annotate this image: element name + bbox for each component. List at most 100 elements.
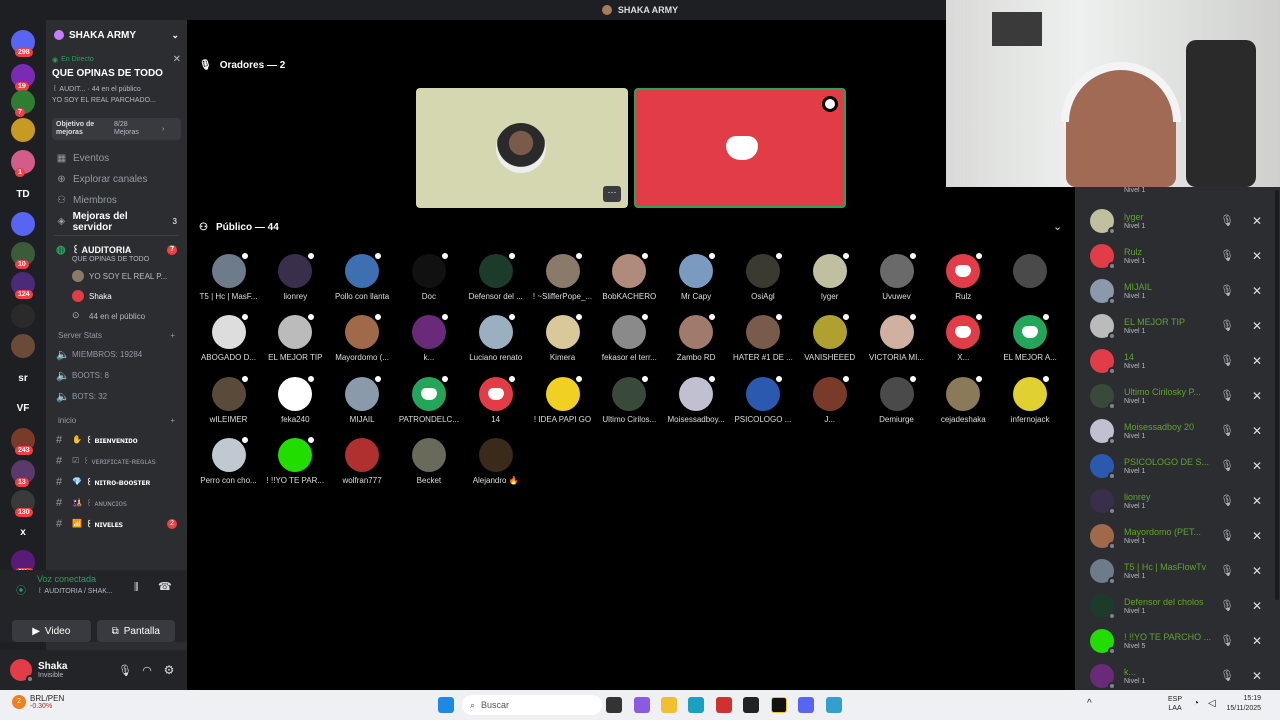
- close-icon[interactable]: ✕: [173, 54, 181, 65]
- voice-user[interactable]: YO SOY EL REAL P...: [46, 266, 187, 286]
- server-icon[interactable]: TD: [11, 182, 35, 206]
- nav-members[interactable]: ⚇ Miembros: [46, 190, 187, 211]
- close-icon[interactable]: ✕: [1252, 634, 1262, 648]
- video-button[interactable]: ▶ Video: [12, 620, 91, 642]
- invite-to-speak-icon[interactable]: 🎙: [1220, 599, 1234, 612]
- stat-channel[interactable]: 🔈 BOTS: 32: [46, 386, 187, 407]
- invite-to-speak-icon[interactable]: 🎙: [1220, 529, 1234, 542]
- copilot-icon[interactable]: [634, 697, 650, 713]
- server-icon[interactable]: VF: [11, 396, 35, 420]
- audience-member[interactable]: MIJAIL: [329, 373, 396, 424]
- chevron-down-icon[interactable]: ⌄: [1053, 220, 1062, 233]
- audience-member[interactable]: Uvuwev: [863, 251, 930, 301]
- server-icon[interactable]: [11, 304, 35, 328]
- headphones-icon[interactable]: ◠: [139, 664, 155, 677]
- stat-channel[interactable]: 🔈 BOOTS: 8: [46, 365, 187, 386]
- audience-member[interactable]: Ultimo Cirilos...: [596, 373, 663, 424]
- invite-to-speak-icon[interactable]: 🎙: [1220, 319, 1234, 332]
- audience-member[interactable]: PSICOLOGO ...: [729, 373, 796, 424]
- audience-member[interactable]: PATRONDELC...: [395, 373, 462, 424]
- audience-member[interactable]: ! !!YO TE PAR...: [262, 434, 329, 485]
- audience-member[interactable]: [997, 254, 1064, 292]
- close-icon[interactable]: ✕: [1252, 214, 1262, 228]
- member-row[interactable]: T5 | Hc | MasFlowTv Nivel 1 🎙 ✕: [1075, 553, 1275, 588]
- notepad-icon[interactable]: [826, 697, 842, 713]
- wifi-icon[interactable]: ◔: [1193, 698, 1199, 709]
- server-icon[interactable]: [11, 212, 35, 236]
- text-channel[interactable]: # ☑ ꒰ ᴠᴇʀɪꜰɪᴄᴀᴛᴇ-ʀᴇɢʟᴀꜱ: [46, 450, 187, 471]
- voice-user[interactable]: ⊙ 44 en el público: [46, 306, 187, 326]
- audience-member[interactable]: BobKACHERO: [596, 251, 663, 301]
- invite-to-speak-icon[interactable]: 🎙: [1220, 634, 1234, 647]
- text-channel[interactable]: # 📶 ꒰ ɴɪᴠᴇʟᴇꜱ 2: [46, 513, 187, 534]
- audience-member[interactable]: Kimera: [529, 312, 596, 362]
- close-icon[interactable]: ✕: [1252, 529, 1262, 543]
- close-icon[interactable]: ✕: [1252, 599, 1262, 613]
- category-inicio[interactable]: inicio +: [46, 411, 187, 429]
- member-row[interactable]: Moisessadboy 20 Nivel 1 🎙 ✕: [1075, 413, 1275, 448]
- member-row[interactable]: Rulz Nivel 1 🎙 ✕: [1075, 238, 1275, 273]
- ticker-widget[interactable]: 2 BRL/PEN -0.30%: [12, 694, 64, 710]
- discord-taskbar-icon[interactable]: [798, 697, 814, 713]
- audience-member[interactable]: wILEIMER: [195, 373, 262, 424]
- task-view-icon[interactable]: [606, 697, 622, 713]
- audience-member[interactable]: k...: [395, 312, 462, 362]
- speaker-tile[interactable]: ···: [416, 88, 628, 208]
- audience-member[interactable]: ! ~SlifferPope_...: [529, 251, 596, 301]
- nav-boost[interactable]: ◈ Mejoras del servidor 3: [46, 211, 187, 233]
- audience-member[interactable]: ! IDEA PAPI GO: [529, 373, 596, 424]
- audience-member[interactable]: OsiAgl: [729, 251, 796, 301]
- invite-to-speak-icon[interactable]: 🎙: [1220, 669, 1234, 682]
- member-row[interactable]: Mayordomo (PET... Nivel 1 🎙 ✕: [1075, 518, 1275, 553]
- audience-member[interactable]: wolfran777: [329, 437, 396, 485]
- nav-compass[interactable]: ⊕ Explorar canales: [46, 169, 187, 190]
- audience-member[interactable]: Becket: [395, 437, 462, 485]
- taskbar-search[interactable]: ⌕ Buscar: [462, 695, 602, 715]
- speaker-icon[interactable]: ◁: [1208, 698, 1216, 709]
- member-row[interactable]: MIJAIL Nivel 1 🎙 ✕: [1075, 273, 1275, 308]
- stage-live-card[interactable]: ◉ En Directo ✕ QUE OPINAS DE TODO ꒰ AUDI…: [52, 50, 181, 108]
- audience-member[interactable]: Perro con cho...: [195, 434, 262, 485]
- obs-icon[interactable]: [743, 697, 759, 713]
- audience-member[interactable]: Rulz: [930, 251, 997, 301]
- close-icon[interactable]: ✕: [1252, 459, 1262, 473]
- stage-channel[interactable]: ◍ ꒰ AUDITORIA 7: [46, 239, 187, 260]
- close-icon[interactable]: ✕: [1252, 319, 1262, 333]
- close-icon[interactable]: ✕: [1252, 354, 1262, 368]
- disconnect-icon[interactable]: ☎: [158, 580, 172, 593]
- invite-to-speak-icon[interactable]: 🎙: [1220, 494, 1234, 507]
- signal-icon[interactable]: ⦿: [16, 582, 26, 597]
- audience-member[interactable]: Defensor del ...: [462, 251, 529, 301]
- windows-start-icon[interactable]: [438, 697, 454, 713]
- audience-member[interactable]: T5 | Hc | MasF...: [195, 251, 262, 301]
- app-m-icon[interactable]: [771, 697, 787, 713]
- invite-to-speak-icon[interactable]: 🎙: [1220, 564, 1234, 577]
- noise-suppression-icon[interactable]: ⫼: [134, 582, 139, 593]
- member-row[interactable]: k... Nivel 1 🎙 ✕: [1075, 658, 1275, 693]
- nav-calendar[interactable]: ▦ Eventos: [46, 148, 187, 169]
- close-icon[interactable]: ✕: [1252, 564, 1262, 578]
- text-channel[interactable]: # ✋ ꒰ ʙɪᴇɴᴠᴇɴɪᴅᴏ: [46, 429, 187, 450]
- microphone-icon[interactable]: 🎙: [117, 664, 133, 677]
- close-icon[interactable]: ✕: [1252, 249, 1262, 263]
- audience-member[interactable]: VANISHEEED: [796, 312, 863, 362]
- audience-member[interactable]: Alejandro 🔥: [462, 437, 529, 485]
- invite-to-speak-icon[interactable]: 🎙: [1220, 459, 1234, 472]
- member-row[interactable]: lyger Nivel 1 🎙 ✕: [1075, 203, 1275, 238]
- member-row[interactable]: lionrey Nivel 1 🎙 ✕: [1075, 483, 1275, 518]
- chevron-up-icon[interactable]: ^: [1087, 698, 1092, 709]
- clock[interactable]: 15:19 15/11/2025: [1225, 694, 1261, 714]
- server-icon[interactable]: [11, 334, 35, 358]
- audience-member[interactable]: X...: [930, 312, 997, 362]
- audience-member[interactable]: lyger: [796, 251, 863, 301]
- audience-member[interactable]: EL MEJOR A...: [997, 312, 1064, 362]
- invite-to-speak-icon[interactable]: 🎙: [1220, 284, 1234, 297]
- audience-member[interactable]: fekasor el terr...: [596, 312, 663, 362]
- audience-member[interactable]: Demiurge: [863, 373, 930, 424]
- audience-member[interactable]: Mayordomo (...: [329, 312, 396, 362]
- audience-member[interactable]: Mr Capy: [663, 251, 730, 301]
- text-channel[interactable]: # 🎎 ꒰ ᴀɴᴜɴᴄɪᴏꜱ: [46, 492, 187, 513]
- audience-member[interactable]: feka240: [262, 373, 329, 424]
- screen-share-button[interactable]: ⧉ Pantalla: [96, 620, 175, 642]
- audience-member[interactable]: Luciano renato: [462, 312, 529, 362]
